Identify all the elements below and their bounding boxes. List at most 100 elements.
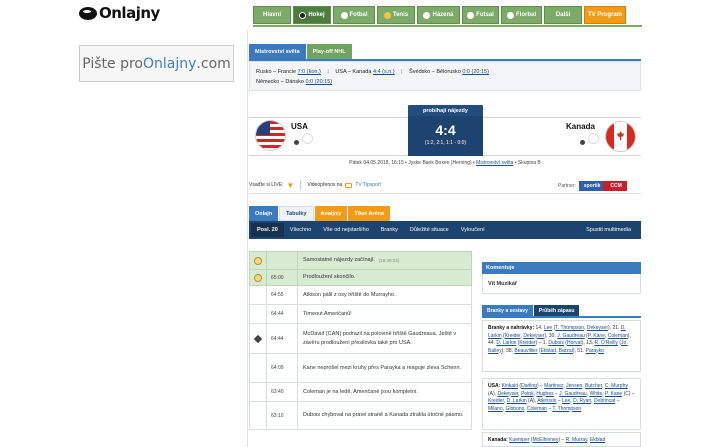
tab-tabulky[interactable]: Tabulky bbox=[279, 206, 314, 221]
filter-important[interactable]: Důležité situace bbox=[404, 223, 455, 237]
result-teams: Švédsko – Bělorusko bbox=[409, 69, 461, 75]
player-link[interactable]: Dekeyser bbox=[587, 325, 608, 331]
usa-flag-icon bbox=[256, 121, 285, 150]
nav-hokej[interactable]: Hokej bbox=[293, 6, 331, 24]
main-tabs: Onlajn Tabulky Analýzy Tiket Aréna bbox=[249, 206, 390, 221]
tab-goals-lineups[interactable]: Branky a sestavy bbox=[482, 305, 533, 316]
player-link[interactable]: Dekeyser bbox=[497, 391, 518, 397]
player-link[interactable]: Dekeyser bbox=[523, 333, 544, 339]
player-link[interactable]: Coleman bbox=[527, 406, 547, 412]
player-link[interactable]: Lee bbox=[544, 325, 552, 331]
commentary-header: Komentuje bbox=[482, 262, 641, 274]
canada-flag-icon bbox=[606, 122, 635, 151]
nav-futsal[interactable]: Futsal bbox=[462, 6, 499, 24]
filter-all[interactable]: Všechno bbox=[284, 223, 317, 237]
player-link[interactable]: Parayko bbox=[586, 348, 604, 354]
result-score-link[interactable]: 4:4 (s.n.) bbox=[373, 69, 395, 75]
player-link[interactable]: Jensen bbox=[566, 383, 582, 389]
player-link[interactable]: D. Ryan bbox=[573, 398, 591, 404]
player-link[interactable]: D. Larkin bbox=[496, 340, 516, 346]
player-link[interactable]: Darling bbox=[521, 383, 537, 389]
player-link[interactable]: Kuemper bbox=[509, 437, 529, 443]
player-link[interactable]: J. Gaudreau bbox=[557, 333, 585, 339]
nav-hlavni[interactable]: Hlavní bbox=[253, 6, 291, 24]
lineup-label: Kanada: bbox=[488, 437, 508, 443]
player-link[interactable]: C. Murphy bbox=[605, 383, 628, 389]
feed-text-cell: Dubois chyboval na pravé straně a Kanada… bbox=[298, 402, 471, 429]
nav-tv-program[interactable]: TV Program bbox=[584, 6, 626, 24]
lineup-text: ), 30. bbox=[544, 332, 558, 339]
player-link[interactable]: Kreider bbox=[505, 333, 521, 339]
player-link[interactable]: Martinez bbox=[544, 383, 563, 389]
player-link[interactable]: Dubois bbox=[548, 340, 564, 346]
result-score-link[interactable]: 0:0 (20:15) bbox=[306, 79, 333, 85]
football-icon bbox=[340, 11, 348, 19]
tab-analyzy[interactable]: Analýzy bbox=[314, 206, 348, 221]
nav-fotbal[interactable]: Fotbal bbox=[333, 6, 375, 24]
player-link[interactable]: Atkinson bbox=[537, 398, 556, 404]
partner-label: Partner: bbox=[558, 183, 576, 189]
feed-row: 64:09 Kane neprošel mezi kruhy přes Paray… bbox=[249, 354, 472, 383]
player-link[interactable]: R. O'Reilly bbox=[595, 340, 618, 346]
filter-last-20[interactable]: Posl. 20 bbox=[251, 223, 284, 237]
tab-match-progress[interactable]: Průběh zápasu bbox=[533, 305, 580, 316]
filter-goals[interactable]: Branky bbox=[375, 223, 404, 237]
nav-dalsi[interactable]: Další bbox=[544, 6, 582, 24]
player-link[interactable]: T. Thompson bbox=[552, 406, 581, 412]
player-link[interactable]: Kinkaid bbox=[502, 383, 518, 389]
goals-assists-block: Branky a nahrávky: 14. Lee (T. Thompson,… bbox=[482, 320, 641, 372]
competition-link[interactable]: Mistrovství světa bbox=[476, 160, 513, 166]
player-link[interactable]: Ekblad bbox=[541, 348, 556, 354]
tab-tiket-arena[interactable]: Tiket Aréna bbox=[348, 206, 390, 221]
player-link[interactable]: Kreider bbox=[488, 398, 504, 404]
player-link[interactable]: Kreider bbox=[519, 340, 535, 346]
player-link[interactable]: D. Larkin bbox=[507, 398, 527, 404]
player-link[interactable]: Gibbons bbox=[506, 406, 525, 412]
player-link[interactable]: Ekblad bbox=[590, 437, 605, 443]
player-link[interactable]: Poink bbox=[521, 391, 534, 397]
player-link[interactable]: Barzal bbox=[559, 348, 573, 354]
filter-oldest-first[interactable]: Vše od nejstaršího bbox=[317, 223, 375, 237]
player-link[interactable]: McElhinney bbox=[532, 437, 558, 443]
write-for-us-banner[interactable]: Pište pro Onlajny .com bbox=[79, 45, 234, 82]
puck-icon bbox=[294, 140, 299, 145]
tv-tipsport-link[interactable]: TV Tipsport bbox=[355, 182, 381, 188]
nav-florbal[interactable]: Florbal bbox=[501, 6, 542, 24]
tab-mistrovstvi-sveta[interactable]: Mistrovství světa bbox=[249, 44, 306, 59]
player-link[interactable]: T. Thompson bbox=[555, 325, 584, 331]
lineup-tabs: Branky a sestavy Průběh zápasu bbox=[482, 305, 580, 316]
player-link[interactable]: J. Gaudreau bbox=[559, 391, 587, 397]
player-link[interactable]: Butcher bbox=[585, 383, 602, 389]
start-multimedia-button[interactable]: Spustit multimedia bbox=[580, 223, 637, 237]
player-link[interactable]: Coleman bbox=[608, 333, 628, 339]
floorball-icon bbox=[506, 11, 514, 19]
player-link[interactable]: P. Kane bbox=[588, 333, 605, 339]
score: 4:4 bbox=[435, 122, 456, 138]
player-link[interactable]: P. Kane bbox=[605, 391, 622, 397]
nav-tenis[interactable]: Tenis bbox=[377, 6, 415, 24]
nav-hazena[interactable]: Házená bbox=[417, 6, 460, 24]
tab-play-off-nhl[interactable]: Play-off NHL bbox=[306, 44, 352, 59]
tab-onlajn[interactable]: Onlajn bbox=[249, 206, 279, 221]
home-team-name[interactable]: USA bbox=[291, 122, 308, 131]
canada-lineup-block: Kanada: Kuemper (McElhinney) – R. Murray… bbox=[482, 432, 641, 447]
main-nav: Hlavní Hokej Fotbal Tenis Házená Futsal … bbox=[253, 6, 626, 24]
away-team-name[interactable]: Kanada bbox=[566, 122, 595, 131]
result-score-link[interactable]: 0:0 (20:15) bbox=[462, 69, 489, 75]
player-link[interactable]: Hughes bbox=[536, 391, 553, 397]
player-link[interactable]: Milano bbox=[488, 406, 503, 412]
player-link[interactable]: R. Murray bbox=[566, 437, 588, 443]
player-link[interactable]: Horvat bbox=[567, 340, 582, 346]
player-link[interactable]: White bbox=[589, 391, 602, 397]
player-link[interactable]: Beauvillier bbox=[514, 348, 537, 354]
filter-penalties[interactable]: Vyloučení bbox=[455, 223, 491, 237]
site-logo[interactable]: Onlajny bbox=[79, 4, 160, 22]
partner-logo[interactable]: sportik CCM bbox=[578, 181, 627, 191]
tipsport-arrow-icon[interactable]: ▼ bbox=[286, 181, 294, 190]
feed-icon-cell bbox=[250, 270, 267, 285]
empty-slot-icon bbox=[589, 134, 598, 143]
clock-icon bbox=[254, 256, 262, 265]
player-link[interactable]: Debrincat bbox=[594, 398, 615, 404]
result-score-link[interactable]: 7:0 (kon.) bbox=[298, 69, 321, 75]
lineup-tabs-underline bbox=[482, 316, 641, 318]
